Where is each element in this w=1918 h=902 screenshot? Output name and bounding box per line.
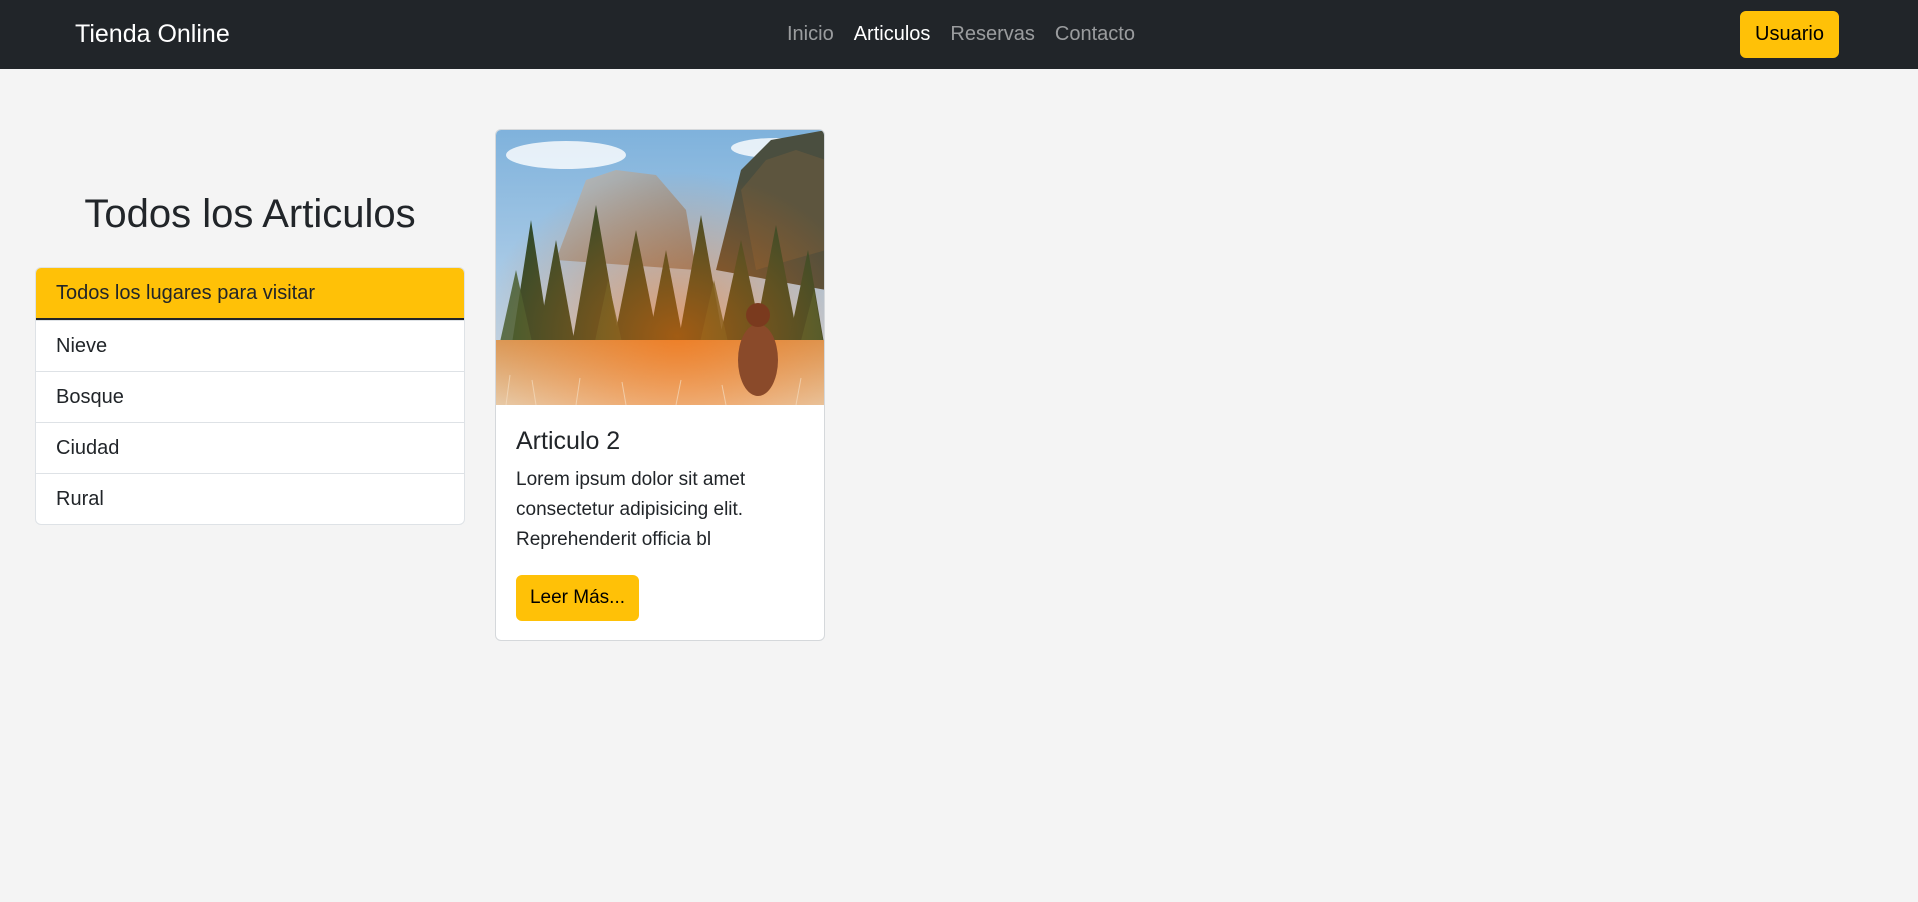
category-item-nieve[interactable]: Nieve bbox=[36, 320, 464, 371]
article-image bbox=[496, 130, 824, 405]
category-item-rural[interactable]: Rural bbox=[36, 473, 464, 524]
category-list: Todos los lugares para visitar Nieve Bos… bbox=[35, 267, 465, 525]
article-card: Articulo 2 Lorem ipsum dolor sit amet co… bbox=[495, 129, 825, 641]
page-title: Todos los Articulos bbox=[84, 192, 416, 236]
category-item-todos[interactable]: Todos los lugares para visitar bbox=[36, 268, 464, 320]
category-item-bosque[interactable]: Bosque bbox=[36, 371, 464, 422]
card-body: Articulo 2 Lorem ipsum dolor sit amet co… bbox=[496, 405, 824, 640]
category-item-ciudad[interactable]: Ciudad bbox=[36, 422, 464, 473]
nav-link-inicio[interactable]: Inicio bbox=[787, 23, 834, 46]
brand-link[interactable]: Tienda Online bbox=[75, 0, 230, 69]
user-button[interactable]: Usuario bbox=[1740, 11, 1839, 58]
nav-link-contacto[interactable]: Contacto bbox=[1055, 23, 1135, 46]
nav-link-articulos[interactable]: Articulos bbox=[854, 23, 931, 46]
top-navbar: Tienda Online Inicio Articulos Reservas … bbox=[0, 0, 1918, 69]
nav-link-reservas[interactable]: Reservas bbox=[950, 23, 1034, 46]
article-title: Articulo 2 bbox=[516, 427, 621, 455]
article-excerpt: Lorem ipsum dolor sit amet consectetur a… bbox=[516, 469, 746, 550]
read-more-button[interactable]: Leer Más... bbox=[516, 575, 639, 621]
nav-links: Inicio Articulos Reservas Contacto bbox=[787, 0, 1135, 69]
